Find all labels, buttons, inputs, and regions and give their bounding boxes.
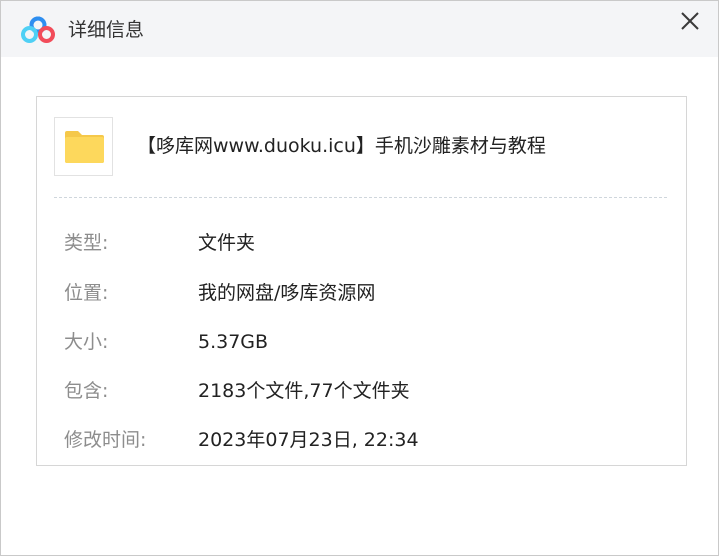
close-button[interactable] (678, 9, 702, 33)
details-dialog: 详细信息 【哆库网www.duoku.icu】手机沙雕素材与教程 类型: 文件夹… (0, 0, 719, 556)
close-icon[interactable] (678, 9, 702, 33)
type-label: 类型: (64, 232, 109, 254)
modified-label: 修改时间: (64, 429, 147, 451)
title-bar: 详细信息 (1, 1, 718, 57)
type-value: 文件夹 (198, 232, 256, 254)
file-thumbnail (54, 117, 113, 176)
contains-value: 2183个文件,77个文件夹 (198, 380, 410, 402)
window-title: 详细信息 (68, 19, 145, 41)
contains-label: 包含: (64, 380, 109, 402)
details-panel: 【哆库网www.duoku.icu】手机沙雕素材与教程 类型: 文件夹 位置: … (36, 96, 687, 466)
divider (54, 197, 667, 198)
modified-value: 2023年07月23日, 22:34 (198, 429, 419, 451)
baidu-netdisk-cloud-icon (21, 16, 55, 44)
folder-icon (65, 131, 104, 163)
location-label: 位置: (64, 282, 109, 304)
size-value: 5.37GB (198, 331, 269, 353)
size-label: 大小: (64, 331, 109, 353)
location-value: 我的网盘/哆库资源网 (198, 282, 376, 304)
file-name: 【哆库网www.duoku.icu】手机沙雕素材与教程 (137, 135, 546, 157)
